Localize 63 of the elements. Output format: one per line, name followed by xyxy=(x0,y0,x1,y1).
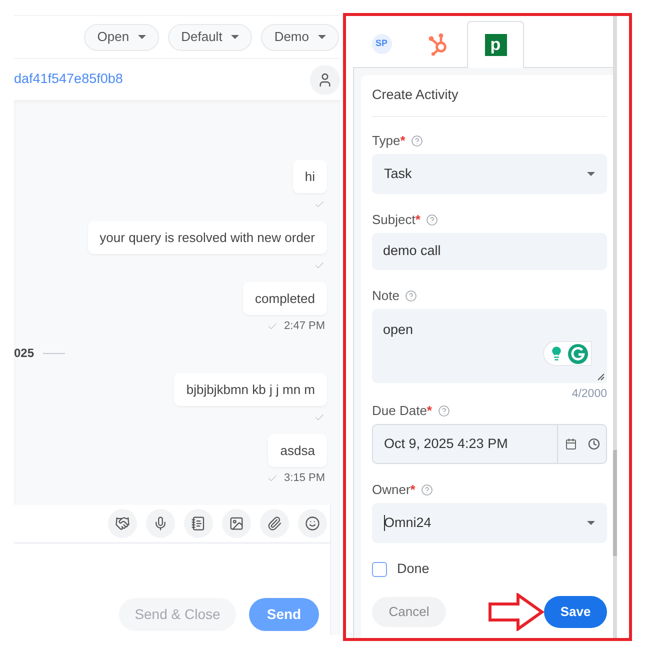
handshake-icon xyxy=(115,516,130,531)
notepad-icon xyxy=(191,516,206,531)
character-counter: 4/2000 xyxy=(572,387,607,400)
scrollbar-thumb[interactable] xyxy=(613,450,617,556)
filter-dropdown[interactable]: Demo xyxy=(261,24,339,50)
help-icon[interactable] xyxy=(421,484,434,496)
field-label: Note xyxy=(372,287,400,306)
help-icon[interactable] xyxy=(405,290,418,302)
mic-icon xyxy=(153,516,168,531)
circle-logo-icon xyxy=(568,344,588,364)
right-arrow-icon xyxy=(488,593,544,631)
image-button[interactable] xyxy=(222,509,251,538)
paperclip-icon xyxy=(267,516,282,531)
done-checkbox[interactable] xyxy=(372,562,387,576)
attach-button[interactable] xyxy=(260,509,289,538)
help-icon[interactable] xyxy=(426,214,438,226)
message-bubble: completed xyxy=(243,282,327,315)
date-time-field[interactable]: Oct 9, 2025 4:23 PM xyxy=(372,424,607,464)
calendar-icon[interactable] xyxy=(564,438,576,450)
caret-icon xyxy=(231,35,240,39)
message-bubble: asdsa xyxy=(268,434,327,467)
logo-badge: p xyxy=(484,34,506,56)
smile-icon xyxy=(305,516,320,531)
handshake-button[interactable] xyxy=(108,509,137,538)
filter-dropdown[interactable]: Default xyxy=(168,24,252,50)
message-bubble: hi xyxy=(292,160,327,193)
notes-button[interactable] xyxy=(184,509,213,538)
message-bubble: bjbjbjkbmn kb j j mn m xyxy=(174,373,327,406)
field-label: Type* xyxy=(372,132,406,150)
message-bubble: your query is resolved with new order xyxy=(88,221,327,254)
mic-button[interactable] xyxy=(146,509,175,538)
lightbulb-icon xyxy=(549,346,564,361)
select-field[interactable]: Task xyxy=(372,154,607,194)
field-label: Subject* xyxy=(372,211,420,230)
select-field[interactable]: Omni24 xyxy=(372,503,607,543)
initials-avatar: SP xyxy=(372,34,392,54)
caret-icon xyxy=(587,521,595,525)
assistant-widget[interactable] xyxy=(543,341,592,366)
date-separator-text: 025 xyxy=(14,345,34,362)
text-field[interactable]: demo call xyxy=(372,233,607,270)
note-textarea[interactable]: open xyxy=(372,309,607,383)
sprocket-icon xyxy=(428,32,450,56)
field-label: Owner* xyxy=(372,481,416,500)
message-time: 3:15 PM xyxy=(284,470,325,486)
help-icon[interactable] xyxy=(438,405,450,417)
caret-icon xyxy=(318,35,326,39)
help-icon[interactable] xyxy=(411,135,424,147)
image-icon xyxy=(229,516,244,531)
message-time: 2:47 PM xyxy=(284,318,325,334)
form-title: Create Activity xyxy=(372,86,460,104)
save-button[interactable]: Save xyxy=(544,596,607,628)
checkbox-label: Done xyxy=(397,560,430,578)
user-icon xyxy=(317,72,333,88)
caret-icon xyxy=(587,172,595,176)
emoji-button[interactable] xyxy=(298,509,327,538)
integration-tab[interactable]: p xyxy=(467,21,524,68)
caret-icon xyxy=(138,35,146,39)
clock-icon[interactable] xyxy=(588,438,600,450)
resize-handle-icon[interactable] xyxy=(597,373,605,381)
filter-dropdown[interactable]: Open xyxy=(84,24,160,50)
profile-button[interactable] xyxy=(310,64,340,94)
field-label: Due Date* xyxy=(372,402,432,420)
scrollbar-track[interactable] xyxy=(613,16,617,638)
